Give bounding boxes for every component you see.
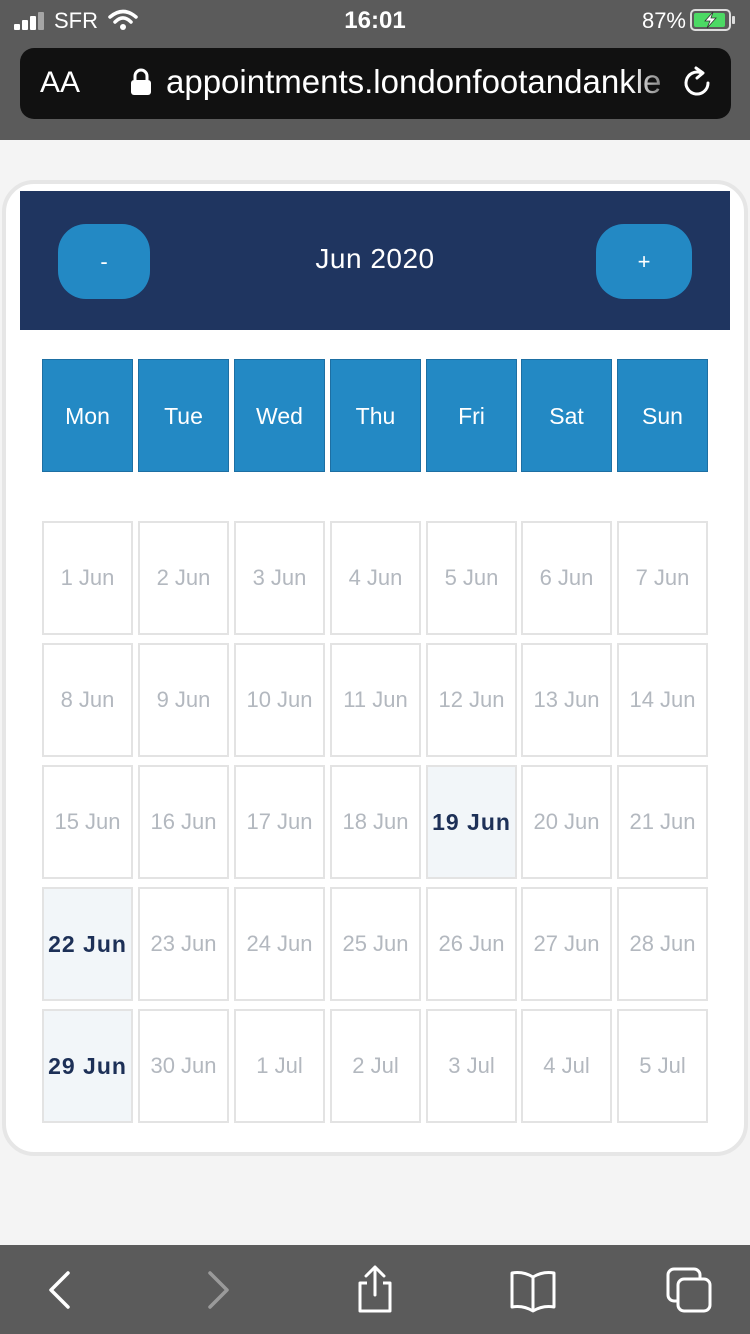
day-cell-available[interactable]: 22 Jun	[42, 887, 133, 1001]
day-cell: 11 Jun	[330, 643, 421, 757]
clock: 16:01	[344, 7, 406, 34]
day-cell: 5 Jun	[426, 521, 517, 635]
back-icon[interactable]	[36, 1265, 86, 1315]
day-cell: 26 Jun	[426, 887, 517, 1001]
day-cell: 13 Jun	[521, 643, 612, 757]
day-cell: 1 Jul	[234, 1009, 325, 1123]
weekday-fri: Fri	[426, 359, 517, 472]
browser-chrome-top: SFR 16:01 87% AA appointments.londonfoot…	[0, 0, 750, 140]
reload-icon[interactable]	[679, 65, 715, 101]
day-cell: 3 Jul	[426, 1009, 517, 1123]
calendar-header: - Jun 2020 +	[20, 191, 730, 330]
weekday-tue: Tue	[138, 359, 229, 472]
day-cell: 28 Jun	[617, 887, 708, 1001]
weekday-thu: Thu	[330, 359, 421, 472]
next-month-button[interactable]: +	[596, 224, 692, 299]
day-grid: 1 Jun 2 Jun 3 Jun 4 Jun 5 Jun 6 Jun 7 Jun 8 Jun…	[42, 521, 708, 1123]
weekday-sat: Sat	[521, 359, 612, 472]
bookmarks-icon[interactable]	[508, 1265, 558, 1315]
day-cell: 2 Jun	[138, 521, 229, 635]
day-cell-available[interactable]: 29 Jun	[42, 1009, 133, 1123]
day-cell: 30 Jun	[138, 1009, 229, 1123]
battery-percentage: 87%	[641, 8, 686, 33]
day-cell: 24 Jun	[234, 887, 325, 1001]
day-cell-available[interactable]: 19 Jun	[426, 765, 517, 879]
day-cell: 6 Jun	[521, 521, 612, 635]
day-cell: 7 Jun	[617, 521, 708, 635]
battery-charging-icon	[690, 9, 735, 31]
day-cell: 20 Jun	[521, 765, 612, 879]
text-size-button[interactable]: AA	[40, 66, 80, 100]
day-cell: 21 Jun	[617, 765, 708, 879]
day-cell: 2 Jul	[330, 1009, 421, 1123]
day-cell: 14 Jun	[617, 643, 708, 757]
tabs-icon[interactable]	[664, 1265, 714, 1315]
day-cell: 1 Jun	[42, 521, 133, 635]
day-cell: 18 Jun	[330, 765, 421, 879]
day-cell: 25 Jun	[330, 887, 421, 1001]
day-cell: 4 Jun	[330, 521, 421, 635]
day-cell: 15 Jun	[42, 765, 133, 879]
day-cell: 3 Jun	[234, 521, 325, 635]
weekday-header-row: Mon Tue Wed Thu Fri Sat Sun	[42, 359, 708, 472]
day-cell: 9 Jun	[138, 643, 229, 757]
day-cell: 12 Jun	[426, 643, 517, 757]
day-cell: 27 Jun	[521, 887, 612, 1001]
day-cell: 17 Jun	[234, 765, 325, 879]
day-cell: 16 Jun	[138, 765, 229, 879]
forward-icon[interactable]	[192, 1265, 242, 1315]
weekday-wed: Wed	[234, 359, 325, 472]
weekday-sun: Sun	[617, 359, 708, 472]
status-bar: SFR 16:01 87%	[0, 0, 750, 42]
day-cell: 5 Jul	[617, 1009, 708, 1123]
lock-icon	[131, 68, 151, 95]
weekday-mon: Mon	[42, 359, 133, 472]
day-cell: 10 Jun	[234, 643, 325, 757]
day-cell: 8 Jun	[42, 643, 133, 757]
url-text[interactable]: appointments.londonfootandankle	[166, 63, 686, 101]
share-icon[interactable]	[350, 1265, 400, 1315]
day-cell: 4 Jul	[521, 1009, 612, 1123]
browser-toolbar	[0, 1245, 750, 1334]
day-cell: 23 Jun	[138, 887, 229, 1001]
address-bar[interactable]: AA appointments.londonfootandankle	[20, 48, 731, 119]
